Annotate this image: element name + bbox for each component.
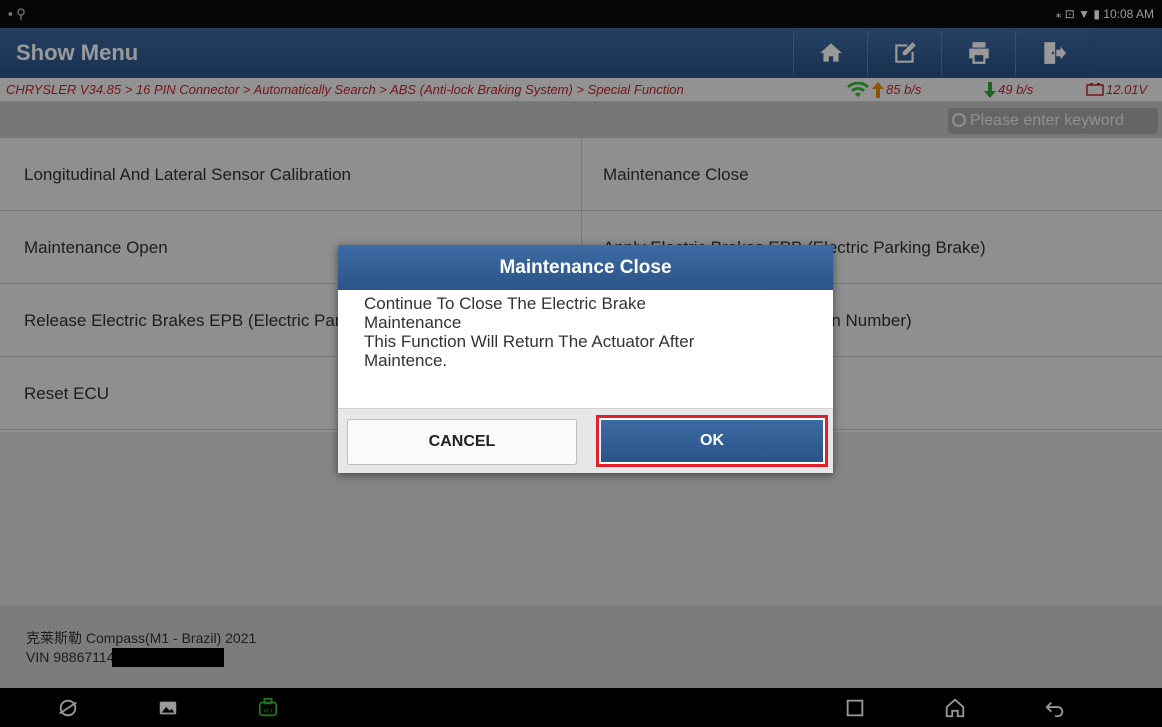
- dialog-message: Continue To Close The Electric Brake Mai…: [338, 290, 833, 408]
- ok-button-highlight: OK: [596, 415, 828, 467]
- dialog-message-line: This Function Will Return The Actuator A…: [364, 332, 695, 351]
- dialog-message-line: Maintence.: [364, 351, 448, 370]
- dialog-footer: CANCEL OK: [338, 408, 833, 473]
- ok-button[interactable]: OK: [601, 420, 823, 462]
- dialog-message-line: Continue To Close The Electric Brake: [364, 294, 646, 313]
- maintenance-close-dialog: Maintenance Close Continue To Close The …: [338, 245, 833, 473]
- cancel-button[interactable]: CANCEL: [347, 419, 577, 465]
- dialog-message-line: Maintenance: [364, 313, 462, 332]
- dialog-title: Maintenance Close: [338, 245, 833, 290]
